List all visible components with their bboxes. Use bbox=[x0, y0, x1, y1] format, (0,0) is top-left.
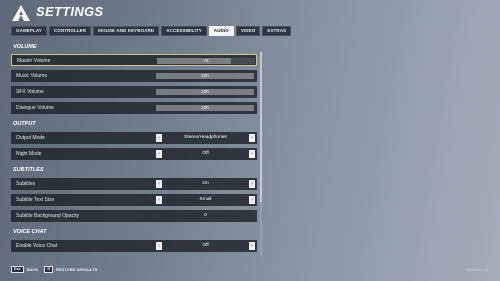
tab-accessibility[interactable]: ACCESSIBILITY bbox=[161, 26, 207, 36]
r-key-icon: R bbox=[44, 266, 54, 273]
chevron-right-icon[interactable]: › bbox=[249, 134, 255, 142]
tab-controller[interactable]: CONTROLLER bbox=[48, 26, 92, 36]
section-title-subtitles: SUBTITLES bbox=[13, 167, 44, 173]
esc-key-icon: Esc bbox=[11, 266, 24, 273]
setting-label: Output Mode bbox=[16, 135, 45, 141]
selector-value: On bbox=[202, 181, 209, 186]
setting-label: Enable Voice Chat bbox=[16, 243, 58, 249]
tab-extras[interactable]: EXTRAS bbox=[262, 26, 292, 36]
tab-audio[interactable]: AUDIO bbox=[208, 26, 234, 36]
restore-defaults-button[interactable]: R RESTORE DEFAULTS bbox=[44, 266, 97, 273]
night-mode-selector: ‹ Off › bbox=[156, 150, 255, 158]
setting-row-sfx-volume[interactable]: SFX Volume 100 bbox=[11, 86, 257, 98]
scrollbar[interactable] bbox=[260, 52, 262, 255]
setting-label: SFX Volume bbox=[16, 89, 44, 95]
chevron-right-icon[interactable]: › bbox=[249, 180, 255, 188]
setting-row-dialogue-volume[interactable]: Dialogue Volume 100 bbox=[11, 102, 257, 114]
master-volume-slider[interactable]: 75 bbox=[157, 58, 255, 64]
slider-value: 100 bbox=[201, 105, 209, 110]
dialogue-volume-slider[interactable]: 100 bbox=[156, 105, 254, 111]
setting-label: Subtitle Text Size bbox=[16, 197, 55, 203]
tab-video[interactable]: VIDEO bbox=[235, 26, 261, 36]
setting-label: Music Volume bbox=[16, 73, 48, 79]
tab-gameplay[interactable]: GAMEPLAY bbox=[11, 26, 47, 36]
setting-label: Dialogue Volume bbox=[16, 105, 54, 111]
game-logo-icon bbox=[12, 5, 30, 21]
slider-value: 100 bbox=[201, 73, 209, 78]
chevron-left-icon[interactable]: ‹ bbox=[156, 242, 162, 250]
setting-row-output-mode[interactable]: Output Mode ‹ Stereo/Headphones › bbox=[11, 132, 257, 144]
section-title-output: OUTPUT bbox=[13, 121, 36, 127]
version-text: 0000000.0.0 bbox=[465, 267, 488, 272]
chevron-left-icon[interactable]: ‹ bbox=[156, 180, 162, 188]
footer-hints: Esc BACK R RESTORE DEFAULTS bbox=[11, 266, 97, 273]
scrollbar-thumb[interactable] bbox=[260, 52, 262, 202]
settings-list: VOLUME Master Volume 75 Music Volume 100… bbox=[11, 40, 259, 258]
setting-label: Night Mode bbox=[16, 151, 42, 157]
chevron-right-icon[interactable]: › bbox=[249, 150, 255, 158]
selector-value: Small bbox=[199, 197, 212, 202]
setting-row-subtitle-text-size[interactable]: Subtitle Text Size ‹ Small › bbox=[11, 194, 257, 206]
slider-value: 75 bbox=[203, 58, 209, 63]
section-title-voice-chat: VOICE CHAT bbox=[13, 229, 47, 235]
sfx-volume-slider[interactable]: 100 bbox=[156, 89, 254, 95]
back-button[interactable]: Esc BACK bbox=[11, 266, 38, 273]
output-mode-selector: ‹ Stereo/Headphones › bbox=[156, 134, 255, 142]
subtitle-text-size-selector: ‹ Small › bbox=[156, 196, 255, 204]
setting-row-master-volume[interactable]: Master Volume 75 bbox=[11, 54, 257, 66]
selector-value: Off bbox=[202, 151, 209, 156]
setting-label: Subtitle Background Opacity bbox=[16, 213, 80, 219]
setting-row-enable-voice-chat[interactable]: Enable Voice Chat ‹ Off › bbox=[11, 240, 257, 252]
tab-mouse-and-keyboard[interactable]: MOUSE AND KEYBOARD bbox=[93, 26, 160, 36]
setting-row-night-mode[interactable]: Night Mode ‹ Off › bbox=[11, 148, 257, 160]
section-title-volume: VOLUME bbox=[13, 44, 37, 50]
setting-row-subtitles[interactable]: Subtitles ‹ On › bbox=[11, 178, 257, 190]
setting-row-subtitle-background-opacity[interactable]: Subtitle Background Opacity 0 bbox=[11, 210, 257, 222]
back-label: BACK bbox=[26, 267, 39, 272]
setting-label: Master Volume bbox=[17, 58, 51, 64]
settings-tabs: GAMEPLAY CONTROLLER MOUSE AND KEYBOARD A… bbox=[11, 26, 292, 36]
setting-row-music-volume[interactable]: Music Volume 100 bbox=[11, 70, 257, 82]
setting-value: 0 bbox=[204, 213, 207, 218]
restore-defaults-label: RESTORE DEFAULTS bbox=[56, 267, 98, 272]
selector-value: Stereo/Headphones bbox=[184, 135, 227, 140]
slider-value: 100 bbox=[201, 89, 209, 94]
selector-value: Off bbox=[202, 243, 209, 248]
setting-label: Subtitles bbox=[16, 181, 36, 187]
enable-voice-chat-selector: ‹ Off › bbox=[156, 242, 255, 250]
chevron-left-icon[interactable]: ‹ bbox=[156, 150, 162, 158]
chevron-left-icon[interactable]: ‹ bbox=[156, 196, 162, 204]
chevron-right-icon[interactable]: › bbox=[249, 196, 255, 204]
subtitles-selector: ‹ On › bbox=[156, 180, 255, 188]
chevron-left-icon[interactable]: ‹ bbox=[156, 134, 162, 142]
music-volume-slider[interactable]: 100 bbox=[156, 73, 254, 79]
page-title: SETTINGS bbox=[36, 4, 104, 19]
chevron-right-icon[interactable]: › bbox=[249, 242, 255, 250]
